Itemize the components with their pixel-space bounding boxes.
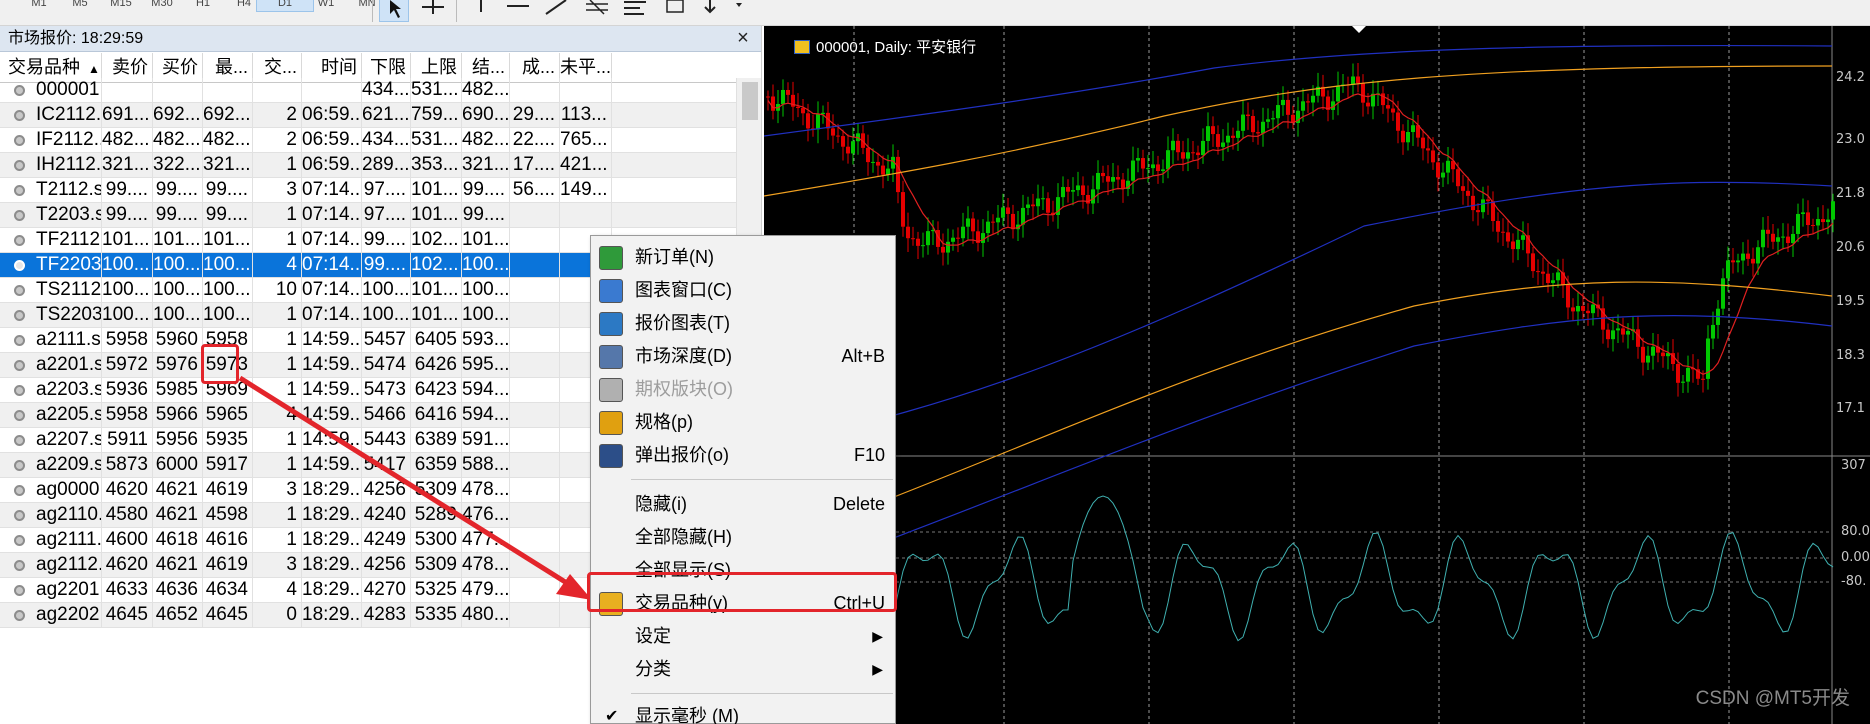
tick-chart-icon — [599, 312, 623, 336]
menu-item-label: 显示毫秒 (M) — [635, 706, 739, 724]
menu-item-label: 图表窗口(C) — [635, 280, 732, 300]
menu-item[interactable]: 图表窗口(C) — [591, 274, 895, 307]
menu-separator — [631, 693, 893, 694]
menu-item-label: 报价图表(T) — [635, 313, 730, 333]
annotation-arrow — [238, 375, 592, 600]
check-icon: ✔ — [605, 708, 619, 724]
menu-separator — [631, 479, 893, 480]
menu-item-label: 隐藏(i) — [635, 494, 687, 514]
menu-item-label: 分类 — [635, 659, 671, 679]
menu-item-label: 新订单(N) — [635, 247, 714, 267]
menu-item[interactable]: 隐藏(i) Delete — [591, 488, 895, 521]
menu-item-label: 全部隐藏(H) — [635, 527, 732, 547]
context-menu: 新订单(N) 图表窗口(C) 报价图表(T) 市场深度(D) Alt+B 期权版块(O) 规… — [590, 235, 896, 724]
menu-item-shortcut: Delete — [832, 494, 885, 514]
menu-item[interactable]: 新订单(N) — [591, 241, 895, 274]
new-order-icon — [599, 246, 623, 270]
menu-item-label: 期权版块(O) — [635, 379, 733, 399]
menu-item: 期权版块(O) — [591, 373, 895, 406]
chart-window-icon — [599, 279, 623, 303]
menu-item-shortcut: F10 — [853, 445, 885, 465]
menu-item-shortcut: Alt+B — [841, 346, 885, 366]
popup-prices-icon — [599, 444, 623, 468]
submenu-arrow-icon: ▶ — [872, 628, 883, 644]
submenu-arrow-icon: ▶ — [872, 661, 883, 677]
menu-item-label: 设定 — [635, 626, 671, 646]
menu-item[interactable]: 规格(p) — [591, 406, 895, 439]
menu-item[interactable]: 市场深度(D) Alt+B — [591, 340, 895, 373]
menu-item-label: 弹出报价(o) — [635, 445, 729, 465]
menu-item-label: 规格(p) — [635, 412, 693, 432]
menu-item[interactable]: 报价图表(T) — [591, 307, 895, 340]
menu-item[interactable]: 设定 ▶ — [591, 620, 895, 653]
menu-item[interactable]: ✔ 显示毫秒 (M) — [591, 700, 895, 724]
menu-item[interactable]: 全部隐藏(H) — [591, 521, 895, 554]
menu-item[interactable]: 弹出报价(o) F10 — [591, 439, 895, 472]
menu-item[interactable]: 分类 ▶ — [591, 653, 895, 686]
menu-item-label: 市场深度(D) — [635, 346, 732, 366]
menu-highlight-box — [587, 572, 897, 612]
market-depth-icon — [599, 345, 623, 369]
annotation-highlight-box — [201, 344, 239, 384]
specification-icon — [599, 411, 623, 435]
options-board-icon — [599, 378, 623, 402]
